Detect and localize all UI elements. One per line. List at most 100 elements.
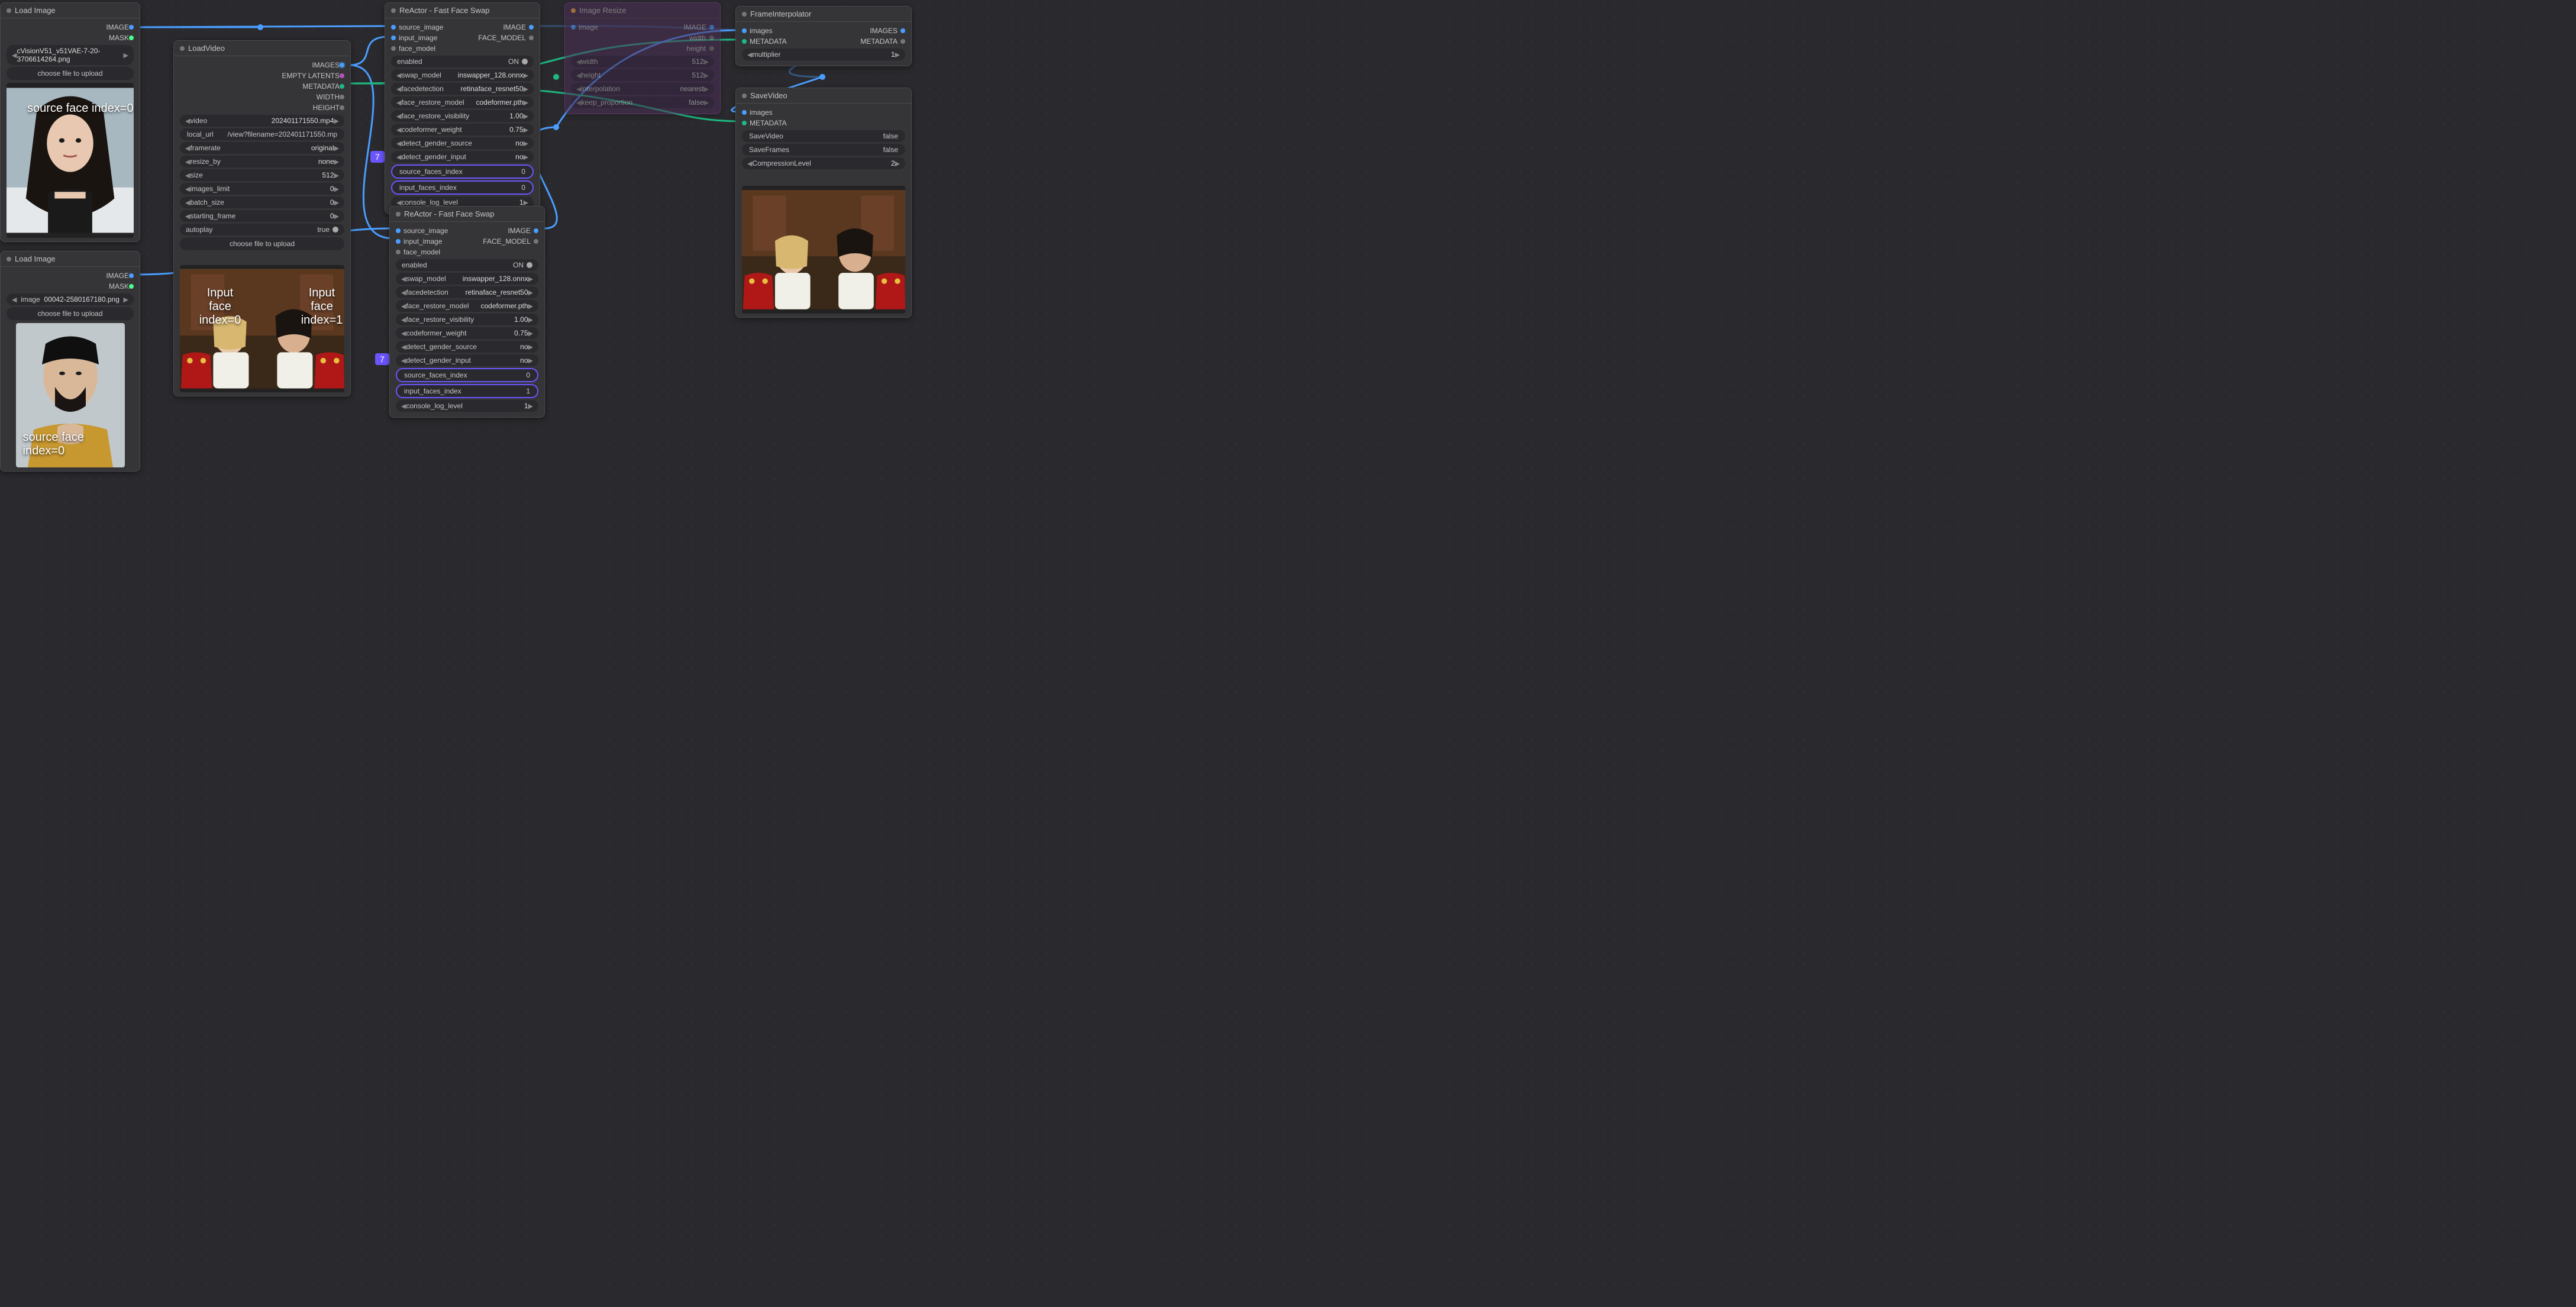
param-widget[interactable]: ◀ width 512 ▶ bbox=[571, 56, 714, 67]
param-widget[interactable]: ◀ resize_by none ▶ bbox=[180, 156, 344, 167]
port-mask[interactable] bbox=[129, 36, 134, 40]
chevron-right-icon[interactable]: ▶ bbox=[895, 51, 900, 59]
port[interactable] bbox=[396, 239, 401, 244]
chevron-left-icon[interactable]: ◀ bbox=[12, 51, 17, 59]
node-reactor-1[interactable]: ReActor - Fast Face Swap source_image IM… bbox=[385, 2, 540, 214]
param-widget[interactable]: ◀ batch_size 0 ▶ bbox=[180, 196, 344, 208]
port[interactable] bbox=[529, 25, 534, 30]
chevron-right-icon[interactable]: ▶ bbox=[124, 296, 128, 304]
param-widget[interactable]: ◀ detect_gender_source no ▶ bbox=[391, 137, 534, 149]
chevron-left-icon[interactable]: ◀ bbox=[401, 316, 406, 324]
chevron-right-icon[interactable]: ▶ bbox=[704, 72, 709, 79]
chevron-right-icon[interactable]: ▶ bbox=[524, 153, 528, 161]
chevron-right-icon[interactable]: ▶ bbox=[528, 343, 533, 351]
port[interactable] bbox=[900, 39, 905, 44]
param-widget[interactable]: ◀ face_restore_visibility 1.00 ▶ bbox=[396, 314, 538, 325]
node-frame-interpolator[interactable]: FrameInterpolator images IMAGES METADATA… bbox=[735, 6, 912, 66]
port[interactable] bbox=[391, 36, 396, 40]
port[interactable] bbox=[571, 25, 576, 30]
collapse-icon[interactable] bbox=[742, 12, 747, 17]
chevron-left-icon[interactable]: ◀ bbox=[396, 99, 401, 107]
param-widget[interactable]: ◀ images_limit 0 ▶ bbox=[180, 183, 344, 195]
chevron-right-icon[interactable]: ▶ bbox=[528, 289, 533, 296]
input-faces-index[interactable]: input_faces_index 1 bbox=[396, 384, 538, 398]
port[interactable] bbox=[340, 95, 344, 99]
port[interactable] bbox=[340, 73, 344, 78]
collapse-icon[interactable] bbox=[571, 8, 576, 13]
choose-file-button[interactable]: choose file to upload bbox=[180, 237, 344, 250]
chevron-left-icon[interactable]: ◀ bbox=[396, 72, 401, 79]
chevron-right-icon[interactable]: ▶ bbox=[528, 275, 533, 283]
chevron-right-icon[interactable]: ▶ bbox=[528, 330, 533, 337]
link-handle[interactable] bbox=[819, 74, 825, 80]
choose-file-button[interactable]: choose file to upload bbox=[7, 67, 134, 80]
node-title[interactable]: Load Image bbox=[1, 3, 140, 18]
port[interactable] bbox=[396, 228, 401, 233]
chevron-left-icon[interactable]: ◀ bbox=[12, 296, 17, 304]
chevron-right-icon[interactable]: ▶ bbox=[334, 212, 339, 220]
port-image[interactable] bbox=[129, 25, 134, 30]
param-widget[interactable]: ◀ facedetection retinaface_resnet50 ▶ bbox=[391, 83, 534, 95]
port[interactable] bbox=[709, 36, 714, 40]
port[interactable] bbox=[391, 25, 396, 30]
chevron-left-icon[interactable]: ◀ bbox=[396, 112, 401, 120]
chevron-left-icon[interactable]: ◀ bbox=[185, 172, 190, 179]
chevron-left-icon[interactable]: ◀ bbox=[401, 357, 406, 364]
file-widget[interactable]: ◀ image 00042-2580167180.png ▶ bbox=[7, 293, 134, 305]
node-load-video[interactable]: LoadVideo IMAGES EMPTY LATENTS METADATA … bbox=[173, 40, 351, 396]
port[interactable] bbox=[340, 63, 344, 67]
chevron-right-icon[interactable]: ▶ bbox=[524, 140, 528, 147]
chevron-left-icon[interactable]: ◀ bbox=[396, 126, 401, 134]
link-handle[interactable] bbox=[553, 74, 559, 80]
multiplier-widget[interactable]: ◀ multiplier 1 ▶ bbox=[742, 49, 905, 60]
port[interactable] bbox=[534, 228, 538, 233]
chevron-right-icon[interactable]: ▶ bbox=[334, 199, 339, 206]
node-image-resize[interactable]: Image Resize image IMAGE width height ◀ … bbox=[564, 2, 721, 114]
chevron-left-icon[interactable]: ◀ bbox=[401, 302, 406, 310]
chevron-left-icon[interactable]: ◀ bbox=[401, 275, 406, 283]
node-load-image-2[interactable]: Load Image IMAGE MASK ◀ image 00042-2580… bbox=[0, 251, 140, 472]
chevron-right-icon[interactable]: ▶ bbox=[704, 99, 709, 107]
collapse-icon[interactable] bbox=[180, 46, 185, 51]
param-widget[interactable]: ◀ swap_model inswapper_128.onnx ▶ bbox=[396, 273, 538, 285]
source-faces-index[interactable]: source_faces_index 0 bbox=[391, 164, 534, 179]
param-widget[interactable]: ◀ size 512 ▶ bbox=[180, 169, 344, 181]
chevron-right-icon[interactable]: ▶ bbox=[524, 99, 528, 107]
param-widget[interactable]: local_url /view?filename=202401171550.mp bbox=[180, 128, 344, 140]
port[interactable] bbox=[529, 36, 534, 40]
node-reactor-2[interactable]: ReActor - Fast Face Swap source_image IM… bbox=[389, 206, 545, 418]
param-widget[interactable]: ◀ detect_gender_input no ▶ bbox=[396, 354, 538, 366]
param-widget[interactable]: ◀ codeformer_weight 0.75 ▶ bbox=[396, 327, 538, 339]
chevron-right-icon[interactable]: ▶ bbox=[524, 72, 528, 79]
input-faces-index[interactable]: input_faces_index 0 bbox=[391, 180, 534, 195]
port[interactable] bbox=[391, 46, 396, 51]
port-mask[interactable] bbox=[129, 284, 134, 289]
collapse-icon[interactable] bbox=[742, 93, 747, 98]
chevron-left-icon[interactable]: ◀ bbox=[576, 72, 581, 79]
chevron-left-icon[interactable]: ◀ bbox=[185, 185, 190, 193]
chevron-right-icon[interactable]: ▶ bbox=[524, 126, 528, 134]
file-widget[interactable]: ◀ cVisionV51_v51VAE-7-20-3706614264.png … bbox=[7, 45, 134, 65]
node-title[interactable]: FrameInterpolator bbox=[736, 7, 911, 22]
port[interactable] bbox=[742, 28, 747, 33]
param-widget[interactable]: ◀ face_restore_model codeformer.pth ▶ bbox=[396, 300, 538, 312]
chevron-left-icon[interactable]: ◀ bbox=[185, 199, 190, 206]
chevron-right-icon[interactable]: ▶ bbox=[334, 117, 339, 125]
collapse-icon[interactable] bbox=[7, 257, 11, 262]
chevron-left-icon[interactable]: ◀ bbox=[747, 160, 752, 167]
chevron-left-icon[interactable]: ◀ bbox=[396, 199, 401, 206]
collapse-icon[interactable] bbox=[396, 212, 401, 217]
port[interactable] bbox=[340, 84, 344, 89]
port[interactable] bbox=[900, 28, 905, 33]
chevron-right-icon[interactable]: ▶ bbox=[124, 51, 128, 59]
port[interactable] bbox=[742, 110, 747, 115]
chevron-left-icon[interactable]: ◀ bbox=[401, 330, 406, 337]
source-faces-index[interactable]: source_faces_index 0 bbox=[396, 368, 538, 382]
collapse-icon[interactable] bbox=[391, 8, 396, 13]
param-widget[interactable]: ◀ interpolation nearest ▶ bbox=[571, 83, 714, 95]
chevron-left-icon[interactable]: ◀ bbox=[185, 144, 190, 152]
chevron-right-icon[interactable]: ▶ bbox=[524, 112, 528, 120]
chevron-left-icon[interactable]: ◀ bbox=[576, 85, 581, 93]
enabled-toggle[interactable]: enabled ON bbox=[396, 259, 538, 271]
choose-file-button[interactable]: choose file to upload bbox=[7, 307, 134, 320]
